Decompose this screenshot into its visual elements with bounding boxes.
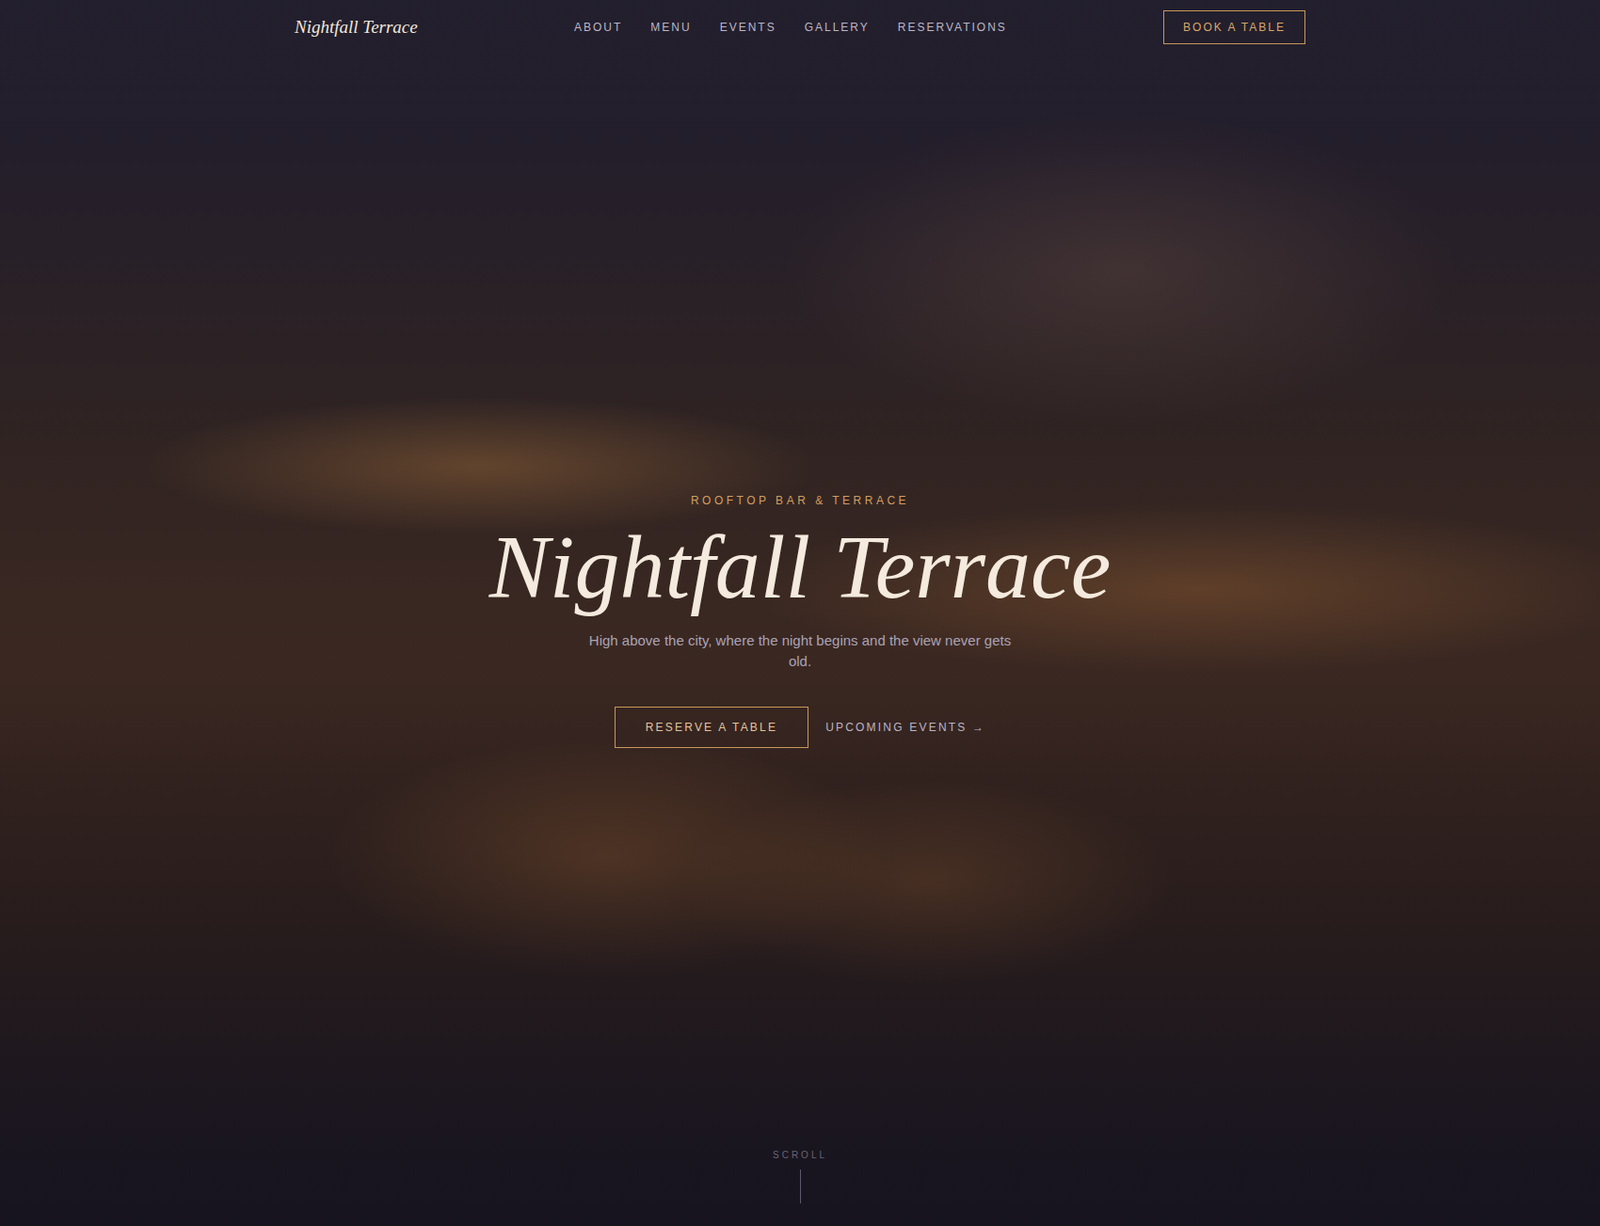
upcoming-events-link[interactable]: UPCOMING EVENTS → (825, 720, 986, 735)
nav-link[interactable]: GALLERY (804, 20, 870, 34)
nav-link[interactable]: ABOUT (574, 20, 623, 34)
top-nav: Nightfall Terrace ABOUT MENU EVENTS GALLERY… (294, 0, 1306, 55)
scroll-label: SCROLL (772, 1150, 828, 1161)
hero-subtitle: High above the city, where the night beg… (588, 630, 1012, 673)
nav-links: ABOUT MENU EVENTS GALLERY RESERVATIONS (574, 20, 1008, 34)
logo[interactable]: Nightfall Terrace (294, 16, 418, 38)
nav-link[interactable]: RESERVATIONS (897, 20, 1008, 34)
scroll-line (800, 1169, 801, 1204)
reserve-table-button[interactable]: RESERVE A TABLE (614, 706, 809, 749)
nav-link[interactable]: MENU (650, 20, 691, 34)
hero-section: Nightfall Terrace ABOUT MENU EVENTS GALLERY… (0, 0, 1600, 1226)
scroll-indicator[interactable]: SCROLL (0, 1150, 1600, 1226)
hero-content: ROOFTOP BAR & TERRACE Nightfall Terrace … (0, 54, 1600, 1151)
hero-eyebrow: ROOFTOP BAR & TERRACE (690, 494, 910, 508)
nav-link[interactable]: EVENTS (720, 20, 777, 34)
hero-actions: RESERVE A TABLE UPCOMING EVENTS → (614, 706, 986, 749)
book-table-button[interactable]: BOOK A TABLE (1163, 10, 1306, 45)
hero-title: Nightfall Terrace (489, 520, 1112, 616)
